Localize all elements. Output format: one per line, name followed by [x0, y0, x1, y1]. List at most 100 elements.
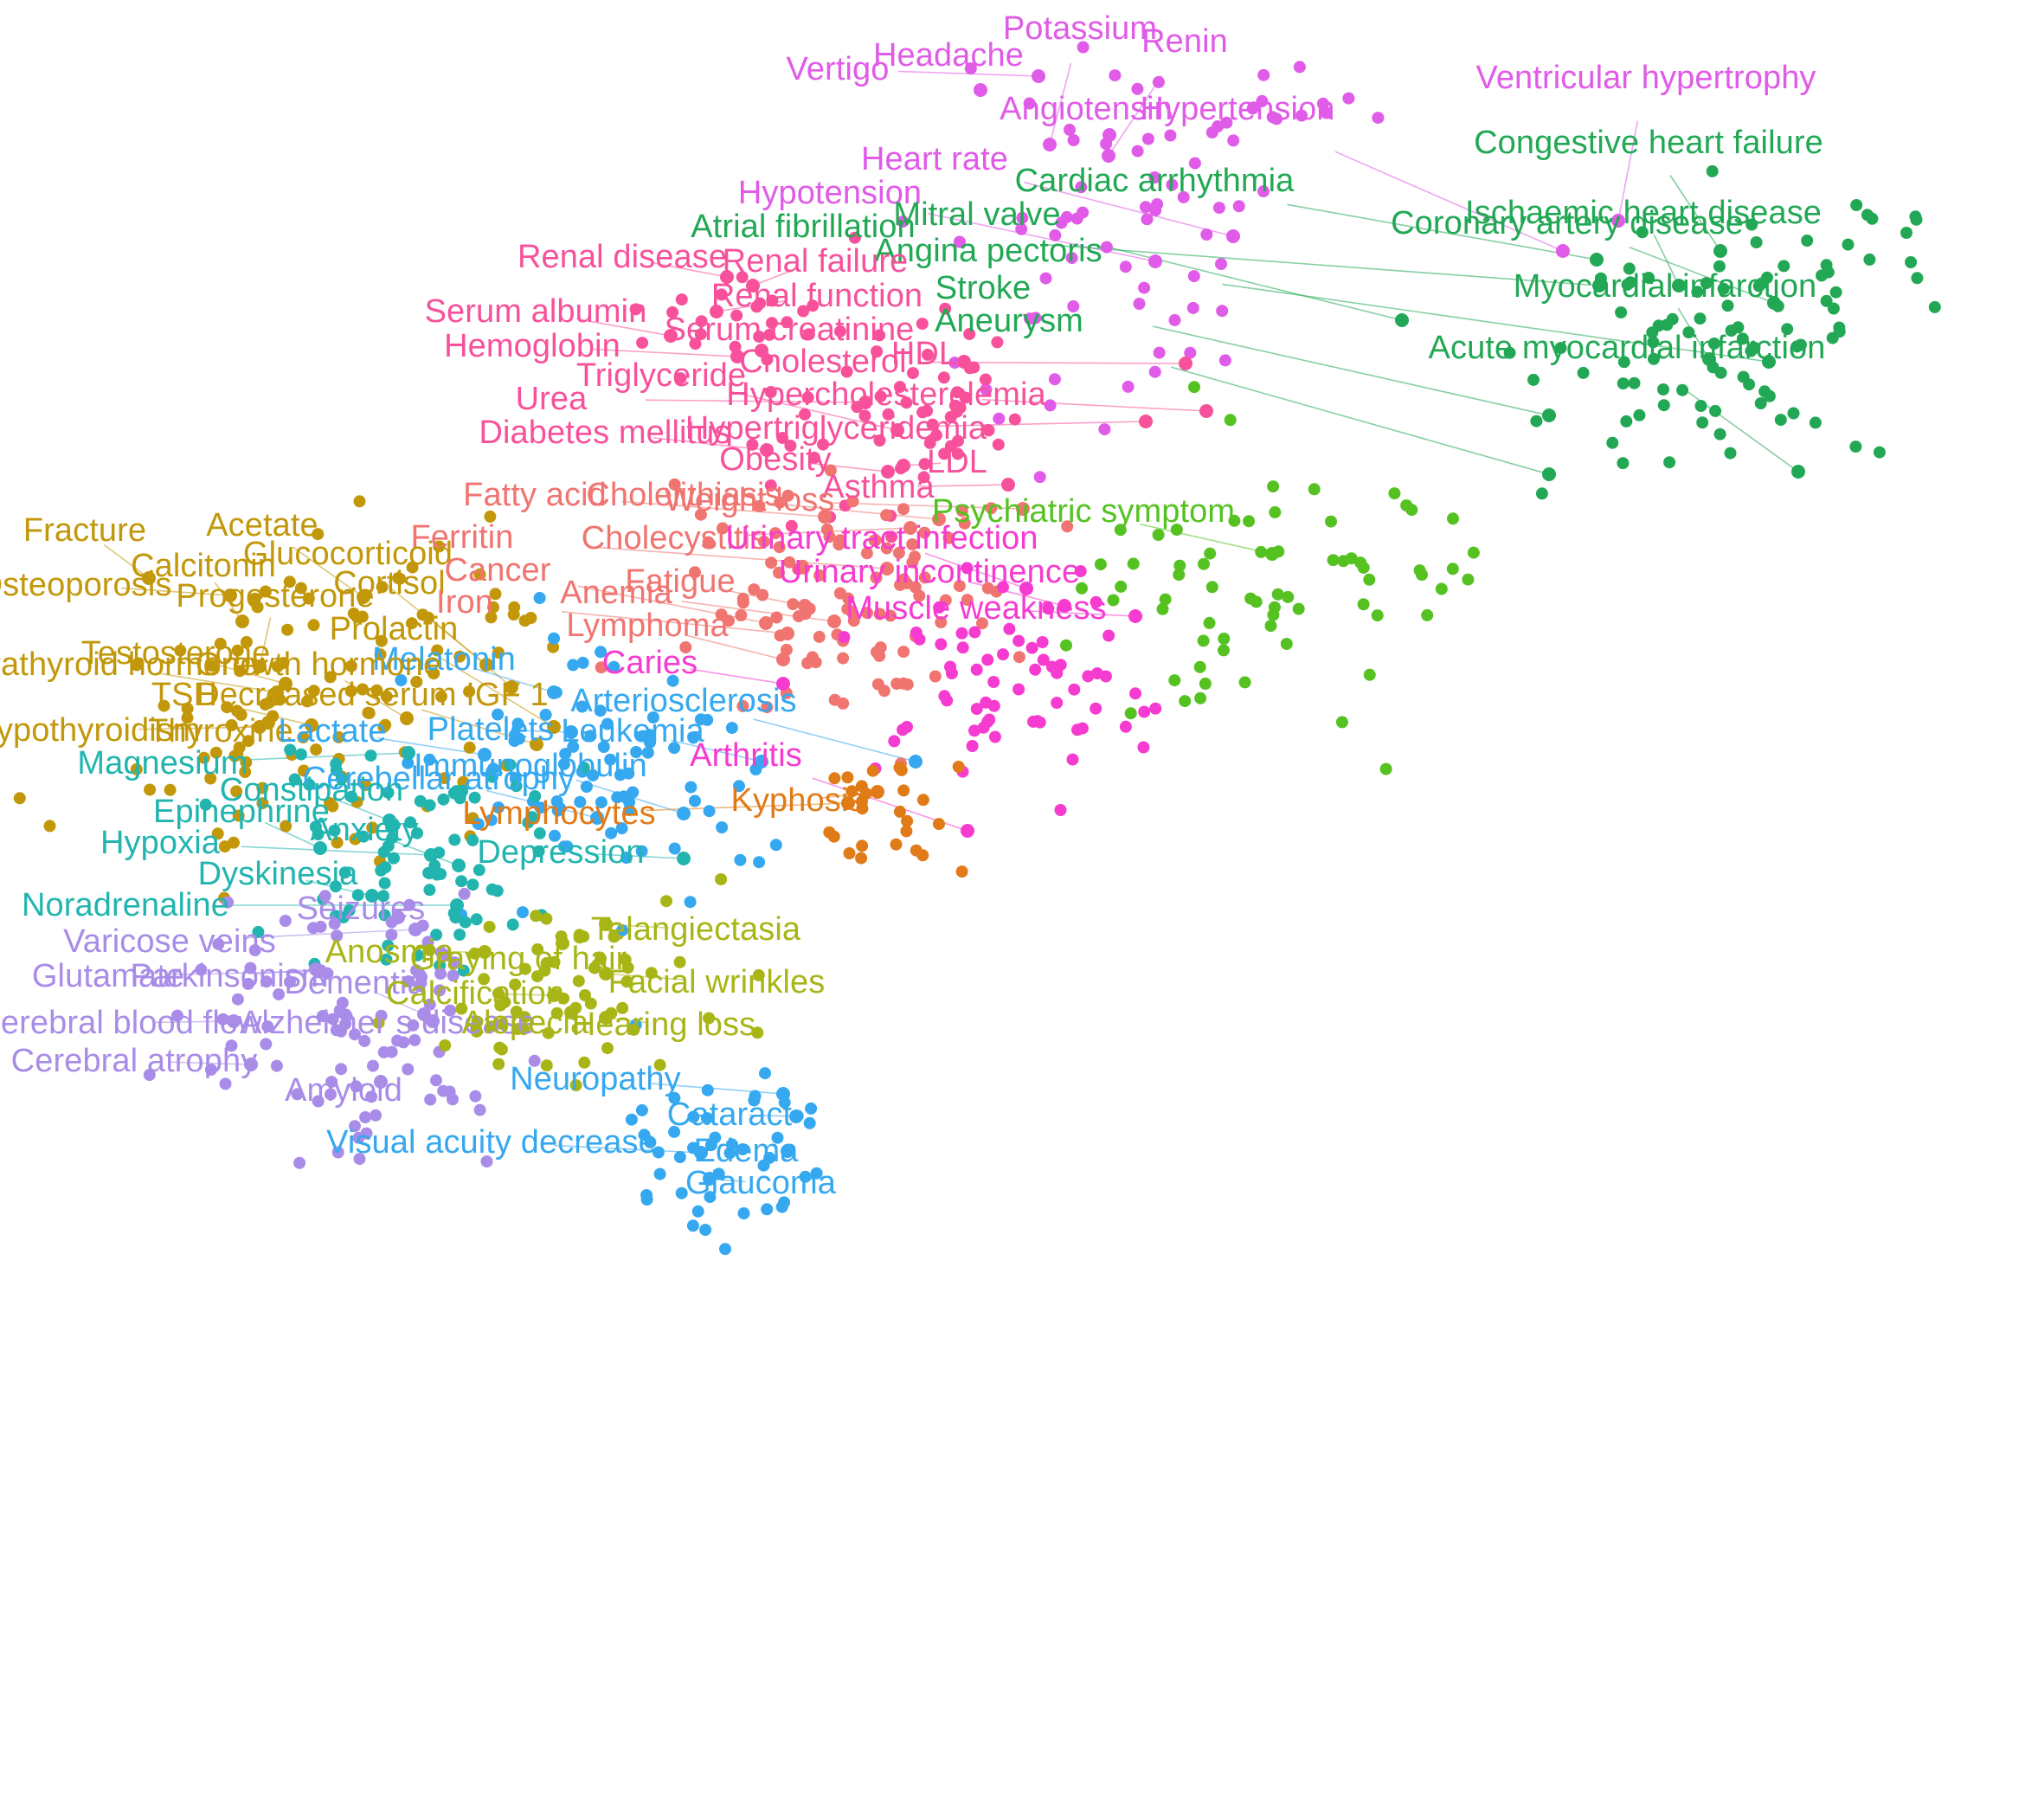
point-label[interactable]: Serum creatinine: [665, 313, 915, 346]
point-label[interactable]: Alopecia: [462, 1006, 589, 1039]
point-label[interactable]: Lactate: [278, 715, 386, 748]
point-label[interactable]: Mitral valve: [893, 198, 1060, 231]
labeled-scatter-point[interactable]: [1542, 408, 1556, 422]
point-label[interactable]: Kyphosis: [731, 784, 865, 817]
point-label[interactable]: Stroke: [935, 272, 1031, 305]
point-label[interactable]: Testosterone: [81, 637, 271, 670]
point-label[interactable]: Headache: [873, 39, 1024, 72]
point-label[interactable]: Amyloid: [285, 1074, 402, 1107]
point-label[interactable]: Potassium: [1003, 12, 1157, 45]
point-label[interactable]: Visual acuity decrease: [326, 1126, 657, 1159]
point-label[interactable]: Hypertriglyceridemia: [685, 412, 987, 445]
labeled-scatter-point[interactable]: [1556, 244, 1570, 258]
point-label[interactable]: Osteoporosis: [0, 569, 172, 601]
point-label[interactable]: Ventricular hypertrophy: [1475, 61, 1816, 94]
point-label[interactable]: Heart rate: [861, 143, 1008, 176]
point-label[interactable]: Glaucoma: [685, 1167, 836, 1199]
labeled-scatter-point[interactable]: [1179, 357, 1192, 370]
point-label[interactable]: Urea: [516, 383, 588, 415]
labeled-scatter-point[interactable]: [871, 785, 884, 799]
point-label[interactable]: LDL: [927, 446, 987, 479]
labeled-scatter-point[interactable]: [798, 599, 812, 613]
point-label[interactable]: Muscle weakness: [845, 592, 1106, 625]
point-label[interactable]: Lymphocytes: [462, 797, 656, 830]
labeled-scatter-point[interactable]: [1713, 244, 1727, 258]
point-label[interactable]: Thyroxine: [148, 715, 293, 748]
point-label[interactable]: Cataract: [667, 1098, 792, 1131]
point-label[interactable]: Serum albumin: [425, 295, 647, 328]
point-label[interactable]: Urinary incontinence: [779, 556, 1080, 588]
labeled-scatter-point[interactable]: [909, 755, 922, 769]
labeled-scatter-point[interactable]: [1395, 313, 1409, 327]
point-label[interactable]: Cholesterol: [739, 345, 906, 378]
point-label[interactable]: Fracture: [23, 514, 146, 547]
point-label[interactable]: Anemia: [560, 576, 672, 609]
point-label[interactable]: Aneurysm: [935, 305, 1083, 338]
point-label[interactable]: Platelets: [428, 713, 555, 746]
labeled-scatter-point[interactable]: [1265, 547, 1279, 561]
labeled-scatter-point[interactable]: [677, 807, 691, 820]
point-label[interactable]: Congestive heart failure: [1474, 126, 1823, 159]
point-label[interactable]: Cerebral blood flow: [0, 1006, 262, 1039]
labeled-scatter-point[interactable]: [400, 711, 414, 725]
labeled-scatter-point[interactable]: [827, 614, 841, 628]
point-label[interactable]: Graying of hair: [410, 942, 627, 975]
point-label[interactable]: Varicose veins: [63, 925, 276, 958]
point-label[interactable]: Cardiac arrhythmia: [1015, 164, 1295, 197]
point-label[interactable]: Hypoxia: [100, 826, 220, 859]
labeled-scatter-point[interactable]: [1542, 467, 1556, 481]
labeled-scatter-point[interactable]: [957, 355, 971, 369]
labeled-scatter-point[interactable]: [1102, 149, 1115, 163]
labeled-scatter-point[interactable]: [1139, 415, 1153, 428]
point-label[interactable]: Caries: [602, 646, 698, 679]
point-label[interactable]: Angina pectoris: [874, 235, 1102, 267]
point-label[interactable]: Edema: [694, 1135, 799, 1167]
labeled-scatter-point[interactable]: [235, 614, 249, 628]
labeled-scatter-point[interactable]: [776, 653, 790, 666]
point-label[interactable]: Coronary artery disease: [1391, 207, 1744, 240]
point-label[interactable]: Epinephrine: [153, 795, 330, 828]
labeled-scatter-point[interactable]: [759, 616, 773, 630]
labeled-scatter-point[interactable]: [781, 627, 794, 640]
labeled-scatter-point[interactable]: [1791, 465, 1805, 479]
point-label[interactable]: Cancer: [444, 554, 550, 587]
labeled-scatter-point[interactable]: [1102, 128, 1116, 142]
point-label[interactable]: Anxiety: [310, 814, 418, 846]
point-label[interactable]: Decreased serum IGF 1: [196, 678, 549, 711]
point-label[interactable]: Dyskinesia: [198, 858, 358, 891]
labeled-scatter-point[interactable]: [974, 83, 987, 97]
labeled-scatter-point[interactable]: [961, 824, 974, 838]
point-label[interactable]: Hearing loss: [572, 1008, 755, 1041]
point-label[interactable]: Neuropathy: [510, 1063, 680, 1096]
point-label[interactable]: Arthritis: [690, 739, 802, 772]
labeled-scatter-point[interactable]: [1032, 69, 1045, 83]
labeled-scatter-point[interactable]: [450, 898, 464, 912]
point-label[interactable]: Fatty acid: [463, 479, 607, 511]
point-label[interactable]: Lymphoma: [566, 609, 728, 642]
point-label[interactable]: Facial wrinkles: [608, 966, 826, 999]
point-label[interactable]: Leukemia: [561, 715, 704, 748]
point-label[interactable]: Acute myocardial infarction: [1429, 331, 1826, 364]
point-label[interactable]: Cerebral atrophy: [11, 1045, 258, 1077]
point-label[interactable]: Triglyceride: [576, 359, 746, 392]
point-label[interactable]: Hypertension: [1140, 93, 1334, 125]
labeled-scatter-point[interactable]: [1590, 253, 1604, 267]
point-label[interactable]: Depression: [477, 836, 644, 869]
point-label[interactable]: Progesterone: [176, 580, 374, 613]
point-label[interactable]: Noradrenaline: [22, 889, 229, 922]
labeled-scatter-point[interactable]: [1043, 138, 1057, 151]
point-label[interactable]: Asthma: [822, 471, 934, 504]
labeled-scatter-point[interactable]: [1001, 478, 1015, 492]
labeled-scatter-point[interactable]: [1199, 404, 1213, 418]
labeled-scatter-point[interactable]: [547, 685, 561, 699]
point-label[interactable]: HDL: [891, 338, 957, 370]
point-label[interactable]: Obesity: [719, 443, 832, 476]
labeled-scatter-point[interactable]: [1226, 229, 1240, 243]
labeled-scatter-point[interactable]: [677, 852, 691, 865]
labeled-scatter-point[interactable]: [424, 848, 438, 862]
point-label[interactable]: Seizures: [297, 892, 426, 925]
point-label[interactable]: Renal failure: [723, 245, 909, 278]
point-label[interactable]: Renin: [1141, 25, 1228, 58]
point-label[interactable]: Hypercholesterolemia: [726, 378, 1046, 411]
labeled-scatter-point[interactable]: [452, 859, 466, 872]
